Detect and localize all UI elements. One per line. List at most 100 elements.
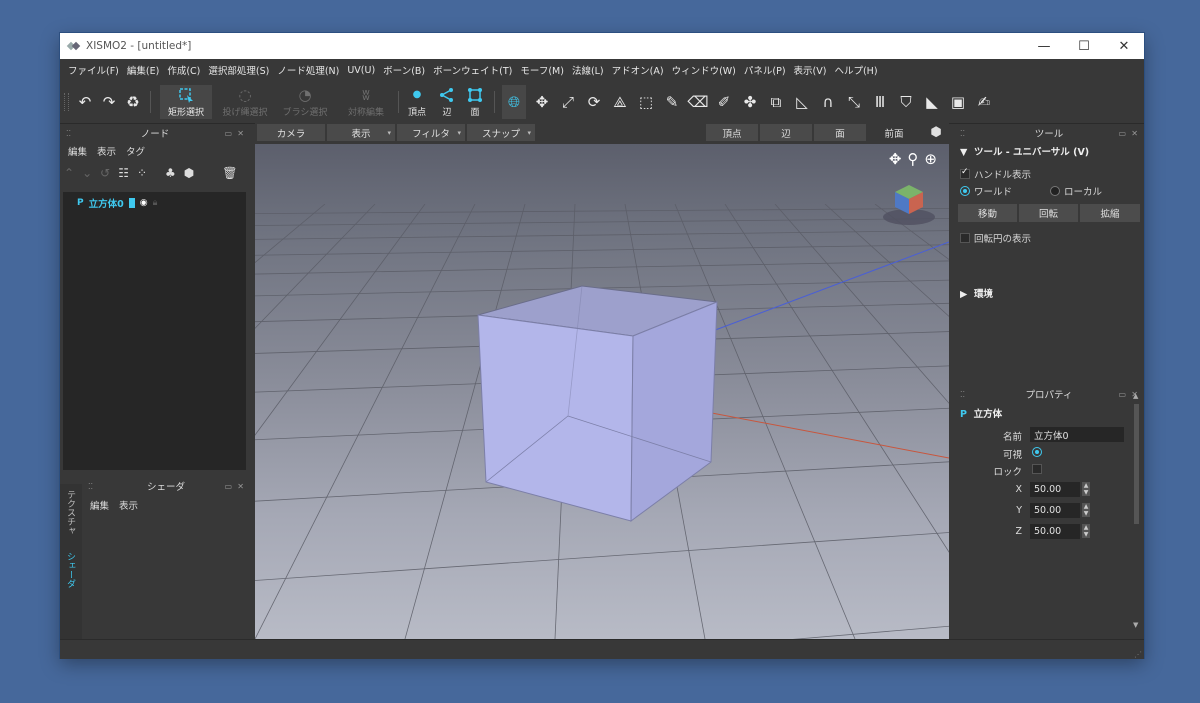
float-icon[interactable]: ▭: [224, 482, 232, 491]
scale-button[interactable]: 拡縮: [1080, 204, 1140, 222]
menu-file[interactable]: ファイル(F): [64, 63, 123, 77]
z-stepper[interactable]: ▲ ▼: [1082, 524, 1090, 538]
world-radio-row[interactable]: ワールド: [960, 184, 1012, 198]
float-icon[interactable]: ▭: [224, 129, 232, 138]
menu-window[interactable]: ウィンドウ(W): [668, 63, 740, 77]
cube-icon[interactable]: ⬢: [184, 166, 194, 180]
tree-item[interactable]: P 立方体0 ◉ 🔒︎: [77, 196, 157, 210]
tab-shader[interactable]: シェーダ: [64, 552, 77, 588]
menu-selection[interactable]: 選択部処理(S): [204, 63, 273, 77]
redo-button[interactable]: ↷: [98, 85, 120, 119]
eye-icon[interactable]: ◉: [140, 198, 148, 208]
hierarchy-icon[interactable]: ☷: [118, 166, 129, 180]
move-tool-button[interactable]: ✥: [530, 85, 554, 119]
minimize-button[interactable]: —: [1024, 33, 1064, 59]
pen-tool-button[interactable]: ✎: [660, 85, 684, 119]
pan-icon[interactable]: ✥: [889, 150, 902, 168]
film-tool-button[interactable]: ▣: [946, 85, 970, 119]
view-orientation-widget[interactable]: [883, 185, 935, 225]
scale-tool-button[interactable]: ⤢: [556, 85, 580, 119]
mirror-edit-button[interactable]: ʬ 対称編集: [340, 85, 392, 119]
filter-button[interactable]: フィルタ ▾: [397, 124, 465, 141]
menu-normal[interactable]: 法線(L): [568, 63, 608, 77]
tool-section-header[interactable]: ▼ ツール - ユニバーサル (V): [960, 144, 1089, 158]
resize-grip-icon[interactable]: ⋰: [1134, 650, 1142, 659]
panel-grip-icon[interactable]: ⁚⁚: [960, 129, 965, 138]
edge-mode-button[interactable]: 辺: [434, 85, 460, 119]
undo-button[interactable]: ↶: [74, 85, 96, 119]
panel-grip-icon[interactable]: ⁚⁚: [88, 482, 93, 491]
reparent-icon[interactable]: ↺: [100, 166, 110, 180]
lasso-select-button[interactable]: ◌ 投げ縄選択: [216, 85, 274, 119]
y-stepper[interactable]: ▲ ▼: [1082, 503, 1090, 517]
vp-vertex-button[interactable]: 頂点: [706, 124, 758, 141]
knife-tool-button[interactable]: ◣: [920, 85, 944, 119]
shader-menu-view[interactable]: 表示: [119, 498, 138, 512]
axis-tool-button[interactable]: ⟁: [608, 85, 632, 119]
node-menu-view[interactable]: 表示: [97, 144, 116, 158]
world-radio[interactable]: [960, 186, 970, 196]
close-button[interactable]: ✕: [1104, 33, 1144, 59]
rect-select-button[interactable]: 矩形選択: [160, 85, 212, 119]
vp-face-button[interactable]: 面: [814, 124, 866, 141]
scroll-down-icon[interactable]: ▼: [1133, 621, 1138, 629]
properties-scrollbar[interactable]: [1134, 404, 1139, 524]
move-down-icon[interactable]: ⌄: [82, 166, 92, 180]
menu-addon[interactable]: アドオン(A): [608, 63, 668, 77]
bones-tool-button[interactable]: ✤: [738, 85, 762, 119]
copy-tool-button[interactable]: ⧉: [764, 85, 788, 119]
menu-bone-weight[interactable]: ボーンウェイト(T): [429, 63, 516, 77]
menu-view[interactable]: 表示(V): [790, 63, 831, 77]
toolbar-grip[interactable]: [64, 93, 69, 111]
z-field[interactable]: 50.00: [1030, 524, 1080, 539]
vp-edge-button[interactable]: 辺: [760, 124, 812, 141]
close-panel-icon[interactable]: ✕: [237, 482, 244, 491]
rotate-tool-button[interactable]: ⟳: [582, 85, 606, 119]
trash-icon[interactable]: 🗑︎: [222, 166, 237, 180]
close-panel-icon[interactable]: ✕: [237, 129, 244, 138]
close-panel-icon[interactable]: ✕: [1131, 129, 1138, 138]
float-icon[interactable]: ▭: [1118, 390, 1126, 399]
x-field[interactable]: 50.00: [1030, 482, 1080, 497]
arch-tool-button[interactable]: ∩: [816, 85, 840, 119]
group-icon[interactable]: ♣: [165, 166, 176, 180]
float-icon[interactable]: ▭: [1118, 129, 1126, 138]
marquee-tool-button[interactable]: ⬚: [634, 85, 658, 119]
handle-display-row[interactable]: ハンドル表示: [960, 167, 1031, 181]
display-button[interactable]: 表示 ▾: [327, 124, 395, 141]
rotate-button[interactable]: 回転: [1019, 204, 1078, 222]
menu-help[interactable]: ヘルプ(H): [830, 63, 881, 77]
orbit-icon[interactable]: ⊕: [924, 150, 937, 168]
scroll-up-icon[interactable]: ▲: [1133, 392, 1138, 400]
local-radio[interactable]: [1050, 186, 1060, 196]
recycle-button[interactable]: ♻: [122, 85, 144, 119]
y-field[interactable]: 50.00: [1030, 503, 1080, 518]
panel-grip-icon[interactable]: ⁚⁚: [66, 129, 71, 138]
edit-tool-button[interactable]: ✍: [972, 85, 996, 119]
bag-tool-button[interactable]: ⛉: [894, 85, 918, 119]
lock-icon[interactable]: 🔒︎: [153, 198, 158, 208]
lock-checkbox[interactable]: [1032, 464, 1042, 474]
move-button[interactable]: 移動: [958, 204, 1017, 222]
snap-button[interactable]: スナップ ▾: [467, 124, 535, 141]
brush-tool-button[interactable]: ✐: [712, 85, 736, 119]
handle-display-checkbox[interactable]: [960, 167, 970, 179]
local-radio-row[interactable]: ローカル: [1050, 184, 1102, 198]
menu-create[interactable]: 作成(C): [163, 63, 204, 77]
rotation-circle-checkbox[interactable]: [960, 233, 970, 243]
panel-grip-icon[interactable]: ⁚⁚: [960, 390, 965, 399]
globe-tool-button[interactable]: 🌐︎: [502, 85, 526, 119]
maximize-button[interactable]: ☐: [1064, 33, 1104, 59]
brush-select-button[interactable]: ◔ ブラシ選択: [276, 85, 334, 119]
menu-morph[interactable]: モーフ(M): [516, 63, 568, 77]
vertex-mode-button[interactable]: ● 頂点: [404, 85, 430, 119]
view-front-button[interactable]: 前面: [868, 124, 920, 141]
name-field[interactable]: 立方体0: [1030, 427, 1124, 442]
rotation-circle-row[interactable]: 回転円の表示: [960, 231, 1031, 245]
visible-toggle[interactable]: [1032, 447, 1042, 457]
menu-panel[interactable]: パネル(P): [740, 63, 790, 77]
3d-viewport[interactable]: ✥ ⚲ ⊕: [255, 144, 949, 639]
view-cube-button[interactable]: ⬢: [925, 124, 947, 141]
tab-texture[interactable]: テクスチャ: [64, 490, 77, 535]
move-up-icon[interactable]: ⌃: [64, 166, 74, 180]
